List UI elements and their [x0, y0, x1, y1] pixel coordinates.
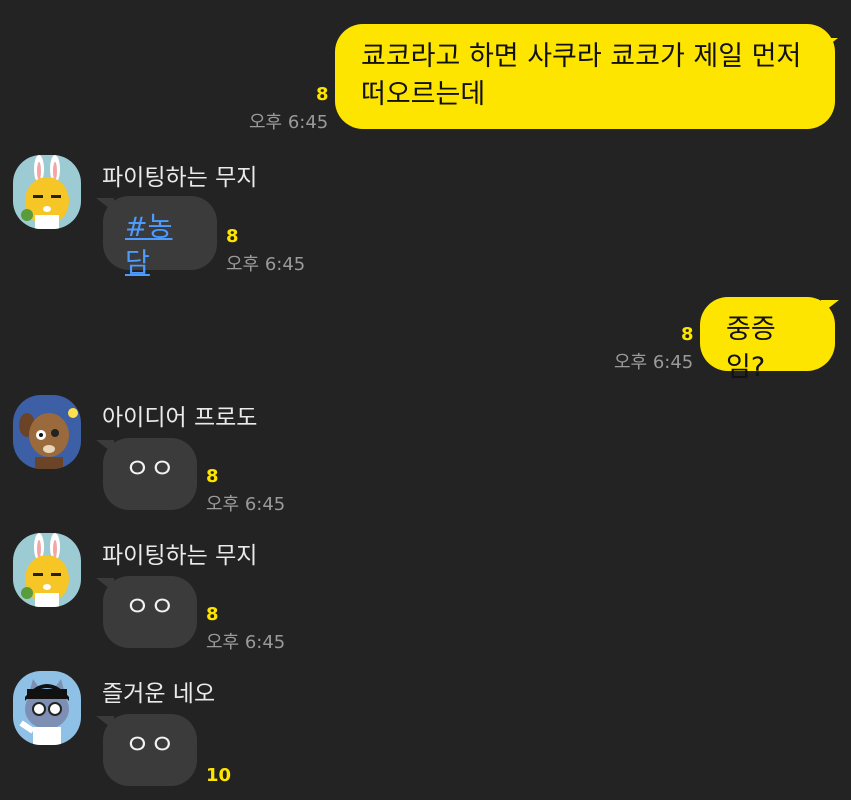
message-in-2: 파이팅하는 무지 #농담 8 오후 6:45 — [0, 150, 851, 280]
message-text: ㅇㅇ — [125, 592, 175, 623]
message-in-6: 즐거운 네오 ㅇㅇ 10 — [0, 668, 851, 800]
unread-count: 8 — [316, 84, 329, 105]
message-out-1: 쿄코라고 하면 사쿠라 쿄코가 제일 먼저 떠오르는데 8 오후 6:45 — [0, 0, 851, 140]
message-time: 오후 6:45 — [206, 494, 286, 515]
hashtag-link[interactable]: #농담 — [125, 212, 172, 279]
message-in-5: 파이팅하는 무지 ㅇㅇ 8 오후 6:45 — [0, 530, 851, 660]
unread-count: 8 — [206, 604, 219, 625]
avatar[interactable] — [13, 533, 81, 607]
frodo-dog-avatar-icon — [13, 395, 81, 469]
muzi-rabbit-avatar-icon — [13, 533, 81, 607]
message-time: 오후 6:45 — [226, 254, 306, 275]
message-bubble[interactable]: ㅇㅇ — [103, 576, 197, 648]
message-text: 중증임? — [726, 314, 776, 383]
unread-count: 10 — [206, 765, 232, 786]
avatar[interactable] — [13, 671, 81, 745]
sender-name[interactable]: 아이디어 프로도 — [102, 398, 257, 432]
avatar[interactable] — [13, 395, 81, 469]
muzi-rabbit-avatar-icon — [13, 155, 81, 229]
message-text: ㅇㅇ — [125, 454, 175, 485]
message-in-4: 아이디어 프로도 ㅇㅇ 8 오후 6:45 — [0, 392, 851, 522]
unread-count: 8 — [681, 324, 694, 345]
message-text: ㅇㅇ — [125, 730, 175, 761]
message-out-3: 중증임? 8 오후 6:45 — [0, 290, 851, 383]
avatar[interactable] — [13, 155, 81, 229]
message-time: 오후 6:45 — [249, 112, 329, 133]
neo-cat-avatar-icon — [13, 671, 81, 745]
message-time: 오후 6:45 — [614, 352, 694, 373]
message-time: 오후 6:45 — [206, 632, 286, 653]
sender-name[interactable]: 즐거운 네오 — [102, 674, 215, 708]
message-text: 쿄코라고 하면 사쿠라 쿄코가 제일 먼저 떠오르는데 — [361, 41, 802, 110]
message-bubble[interactable]: ㅇㅇ — [103, 714, 197, 786]
unread-count: 8 — [226, 226, 239, 247]
message-bubble[interactable]: 쿄코라고 하면 사쿠라 쿄코가 제일 먼저 떠오르는데 — [335, 24, 835, 129]
message-bubble[interactable]: 중증임? — [700, 297, 835, 383]
sender-name[interactable]: 파이팅하는 무지 — [102, 536, 257, 570]
message-bubble[interactable]: #농담 — [103, 196, 217, 279]
unread-count: 8 — [206, 466, 219, 487]
sender-name[interactable]: 파이팅하는 무지 — [102, 158, 257, 192]
message-bubble[interactable]: ㅇㅇ — [103, 438, 197, 510]
